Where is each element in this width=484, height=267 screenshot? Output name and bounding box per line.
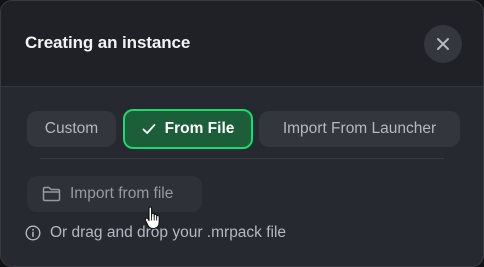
create-instance-modal: Creating an instance Custom From File Im… <box>0 0 484 267</box>
import-from-file-button[interactable]: Import from file <box>27 176 202 212</box>
modal-header: Creating an instance <box>1 1 483 87</box>
divider <box>40 158 444 159</box>
modal-title: Creating an instance <box>25 33 191 52</box>
tab-import-from-launcher[interactable]: Import From Launcher <box>259 111 460 147</box>
tab-custom[interactable]: Custom <box>27 111 116 147</box>
close-icon <box>437 38 449 50</box>
info-icon <box>25 225 41 241</box>
import-from-file-label: Import from file <box>70 185 174 202</box>
tab-custom-label: Custom <box>44 120 99 137</box>
close-button[interactable] <box>424 25 462 63</box>
tab-import-from-launcher-label: Import From Launcher <box>282 120 437 137</box>
drag-drop-hint-text: Or drag and drop your .mrpack file <box>50 224 287 241</box>
folder-icon <box>42 186 61 202</box>
tab-from-file[interactable]: From File <box>123 109 253 149</box>
tab-from-file-label: From File <box>164 120 235 137</box>
check-icon <box>142 123 156 135</box>
hand-cursor-icon <box>144 206 162 235</box>
